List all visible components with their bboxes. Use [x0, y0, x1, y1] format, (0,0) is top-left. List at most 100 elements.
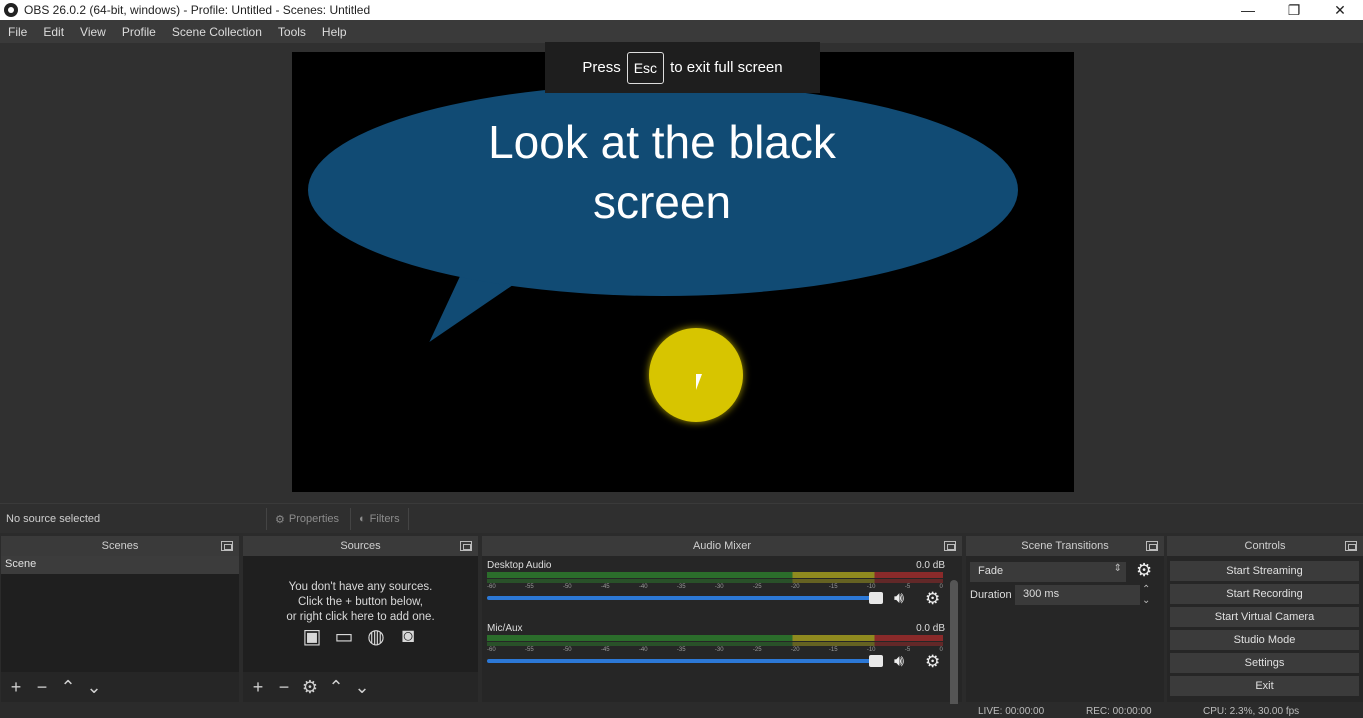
speaker-icon[interactable]: 🔊︎ [894, 590, 904, 608]
chevron-down-icon[interactable]: ⌄ [1142, 595, 1150, 606]
program-preview[interactable]: Look at the black screen [292, 52, 1074, 492]
controls-header: Controls [1167, 536, 1363, 556]
move-down-icon[interactable]: ⌄ [83, 677, 105, 698]
tick-label: -25 [752, 647, 762, 653]
source-type-icons: ▣ ▭ ◍ ◙ [299, 624, 421, 648]
menu-edit[interactable]: Edit [35, 25, 72, 39]
controls-title: Controls [1244, 540, 1286, 552]
speaker-icon[interactable]: 🔊︎ [894, 653, 904, 671]
duration-spinner[interactable]: ⌃ ⌄ [1142, 584, 1150, 606]
rec-status: REC: 00:00:00 [1086, 706, 1152, 717]
tick-label: -40 [638, 647, 648, 653]
move-up-icon[interactable]: ⌃ [325, 677, 347, 698]
remove-scene-icon[interactable]: − [31, 677, 53, 698]
tick-label: -55 [524, 647, 534, 653]
volume-meter-right [487, 642, 943, 646]
scenes-list[interactable]: Scene [1, 556, 239, 672]
remove-source-icon[interactable]: − [273, 677, 295, 698]
audio-mixer-dock: Audio Mixer Desktop Audio 0.0 dB -60 -55… [482, 536, 962, 716]
tick-label: -10 [866, 647, 876, 653]
mixer-scrollbar[interactable] [950, 580, 958, 716]
image-icon: ▣ [302, 625, 322, 648]
tick-label: -10 [866, 584, 876, 590]
undock-icon[interactable] [221, 541, 233, 551]
volume-meter [487, 635, 943, 641]
mixer-body: Desktop Audio 0.0 dB -60 -55 -50 -45 -40… [482, 556, 962, 716]
menu-help[interactable]: Help [314, 25, 355, 39]
chevron-up-icon[interactable]: ⌃ [1142, 584, 1150, 595]
tick-label: -25 [752, 584, 762, 590]
undock-icon[interactable] [1146, 541, 1158, 551]
close-button[interactable]: ✕ [1317, 0, 1363, 20]
volume-meter-right [487, 579, 943, 583]
start-recording-button[interactable]: Start Recording [1170, 584, 1359, 604]
tick-label: -50 [562, 584, 572, 590]
minimize-button[interactable]: — [1225, 0, 1271, 20]
bubble-line-1: Look at the black [488, 116, 836, 168]
tick-label: -45 [600, 647, 610, 653]
transition-selected: Fade [978, 565, 1004, 577]
tick-label: -60 [487, 647, 496, 653]
fullscreen-toast: Press Esc to exit full screen [545, 42, 820, 93]
add-scene-icon[interactable]: + [5, 677, 27, 698]
gear-icon: ⚙ [275, 513, 285, 526]
transitions-body: Fade ⇕ ⚙ Duration 300 ms ⌃ ⌄ [966, 556, 1164, 702]
no-source-label: No source selected [6, 513, 101, 525]
menu-scene-collection[interactable]: Scene Collection [164, 25, 270, 39]
empty-line-3: or right click here to add one. [286, 611, 435, 623]
volume-meter [487, 572, 943, 578]
camera-icon: ◙ [401, 624, 415, 647]
sources-empty-message: You don't have any sources. Click the + … [243, 580, 478, 625]
volume-slider-handle[interactable] [869, 655, 883, 667]
duration-input[interactable]: 300 ms [1015, 585, 1140, 605]
scene-item[interactable]: Scene [1, 556, 239, 574]
obs-logo-icon [4, 3, 18, 17]
channel-name: Desktop Audio [487, 560, 552, 571]
move-up-icon[interactable]: ⌃ [57, 677, 79, 698]
scenes-header: Scenes [1, 536, 239, 556]
channel-db: 0.0 dB [916, 560, 945, 571]
sources-header: Sources [243, 536, 478, 556]
undock-icon[interactable] [944, 541, 956, 551]
toast-prefix: Press [582, 59, 621, 76]
move-down-icon[interactable]: ⌄ [351, 677, 373, 698]
menu-tools[interactable]: Tools [270, 25, 314, 39]
undock-icon[interactable] [460, 541, 472, 551]
gear-icon[interactable]: ⚙ [1136, 560, 1152, 581]
settings-button[interactable]: Settings [1170, 653, 1359, 673]
volume-slider[interactable] [487, 596, 882, 600]
tick-label: -5 [904, 647, 911, 653]
channel-name: Mic/Aux [487, 623, 523, 634]
menu-view[interactable]: View [72, 25, 114, 39]
gear-icon[interactable]: ⚙ [925, 589, 940, 609]
exit-button[interactable]: Exit [1170, 676, 1359, 696]
properties-label: Properties [288, 513, 340, 525]
filters-button[interactable]: ◐ Filters [350, 508, 409, 530]
cpu-status: CPU: 2.3%, 30.00 fps [1203, 706, 1300, 717]
menu-file[interactable]: File [0, 25, 35, 39]
sources-list[interactable]: You don't have any sources. Click the + … [243, 556, 478, 672]
empty-line-2: Click the + button below, [298, 596, 423, 608]
duration-label: Duration [970, 589, 1012, 601]
restore-button[interactable]: ❐ [1271, 0, 1317, 20]
monitor-icon: ▭ [334, 625, 354, 648]
volume-slider-handle[interactable] [869, 592, 883, 604]
window-controls: — ❐ ✕ [1225, 0, 1363, 20]
start-streaming-button[interactable]: Start Streaming [1170, 561, 1359, 581]
transition-select[interactable]: Fade ⇕ [970, 562, 1126, 582]
tick-label: -20 [790, 584, 800, 590]
channel-desktop-audio: Desktop Audio 0.0 dB -60 -55 -50 -45 -40… [487, 560, 945, 620]
add-source-icon[interactable]: + [247, 677, 269, 698]
tick-label: -50 [562, 647, 572, 653]
tick-label: -20 [790, 647, 800, 653]
start-virtual-camera-button[interactable]: Start Virtual Camera [1170, 607, 1359, 627]
volume-slider[interactable] [487, 659, 882, 663]
scenes-title: Scenes [101, 540, 139, 552]
gear-icon[interactable]: ⚙ [925, 652, 940, 672]
source-settings-icon[interactable]: ⚙ [299, 677, 321, 698]
properties-button[interactable]: ⚙ Properties [266, 508, 347, 530]
undock-icon[interactable] [1345, 541, 1357, 551]
menu-profile[interactable]: Profile [114, 25, 164, 39]
studio-mode-button[interactable]: Studio Mode [1170, 630, 1359, 650]
tick-label: -15 [828, 647, 838, 653]
